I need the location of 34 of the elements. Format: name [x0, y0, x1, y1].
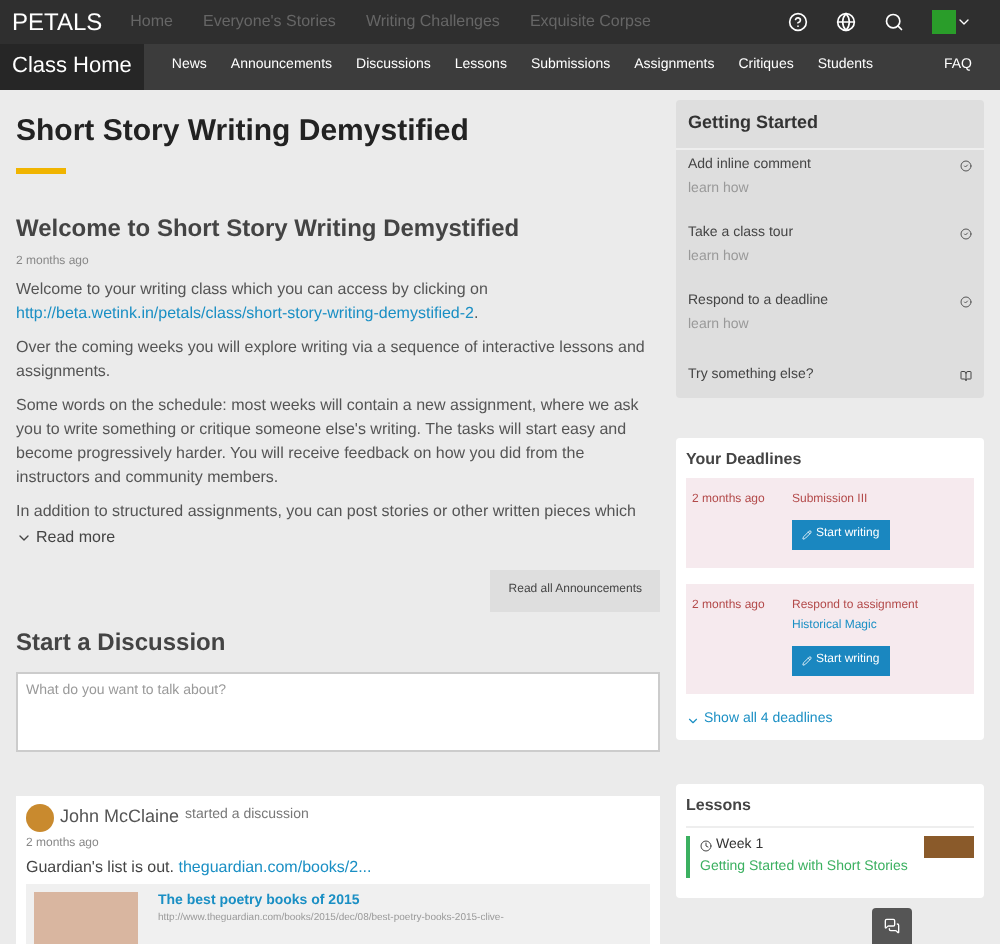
chat-button[interactable]	[872, 908, 912, 944]
page-title: Short Story Writing Demystified	[16, 112, 471, 152]
pencil-icon	[802, 530, 812, 540]
read-more-link[interactable]: Read more	[16, 525, 660, 549]
post-link[interactable]: theguardian.com/books/2...	[178, 857, 372, 875]
announcement-paragraph: In addition to structured assignments, you can post stories or other written pieces which	[16, 499, 638, 523]
panel-title: Lessons	[686, 793, 974, 827]
pencil-icon	[802, 656, 812, 666]
post-text: Guardian's list is out. theguardian.com/books/2...	[26, 855, 374, 879]
help-icon[interactable]	[788, 12, 808, 32]
preview-thumbnail	[34, 891, 138, 943]
title-underline	[16, 167, 66, 173]
announcement-title: Welcome to Short Story Writing Demystified	[16, 211, 522, 245]
search-icon[interactable]	[884, 12, 904, 32]
check-circle-icon	[960, 227, 972, 240]
author-name[interactable]: John McClaine	[60, 803, 180, 831]
globe-icon[interactable]	[836, 12, 856, 32]
panel-title: Getting Started	[676, 100, 984, 149]
discussion-title: Start a Discussion	[16, 625, 228, 659]
logo[interactable]: PETALS	[12, 4, 103, 40]
chevron-down-icon	[686, 713, 700, 728]
avatar	[26, 803, 54, 831]
lesson-thumbnail	[924, 835, 974, 857]
panel-title: Your Deadlines	[686, 448, 804, 472]
check-circle-icon	[960, 295, 972, 308]
announcement-paragraph: Some words on the schedule: most weeks will contain a new assignment, where we ask you to write something or critique someone else's writing. The tasks will start easy and become progressively harder. You will receive feedback on how you did from the instructors and community members.	[16, 393, 641, 489]
announcement-paragraph: Welcome to your writing class which you can access by clicking on http://beta.wetink.in/petals/class/short-story-writing-demystified-2.	[16, 277, 490, 325]
chat-icon	[884, 918, 900, 934]
nav-tab[interactable]: Class Home	[0, 44, 144, 90]
avatar-icon[interactable]	[932, 10, 972, 34]
clock-icon	[700, 839, 712, 852]
announcement-paragraph: Over the coming weeks you will explore writing via a sequence of interactive lessons and assignments.	[16, 335, 647, 383]
check-circle-icon	[960, 159, 972, 172]
book-icon	[960, 369, 972, 382]
